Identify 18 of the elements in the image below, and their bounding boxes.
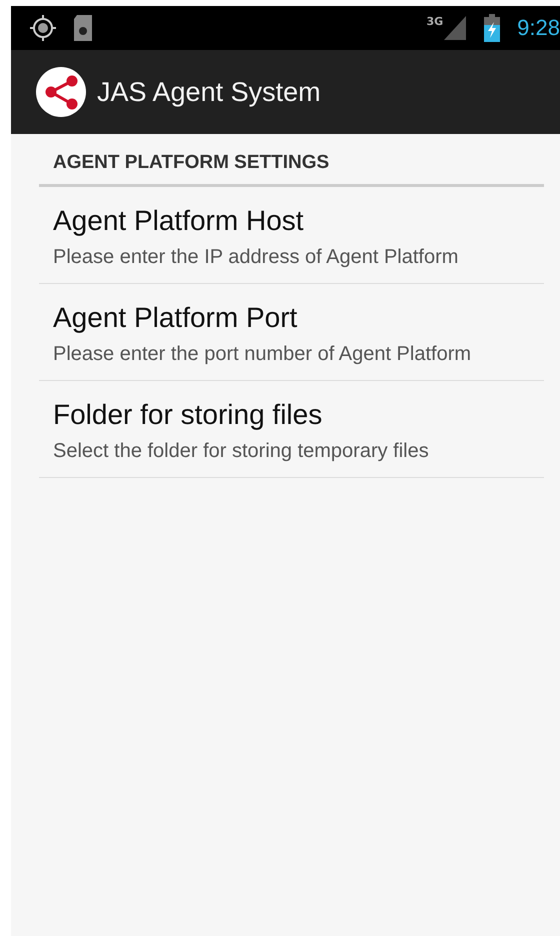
preference-item[interactable]: Agent Platform Port Please enter the port number of Agent Platform: [39, 284, 544, 381]
preference-title: Folder for storing files: [53, 399, 324, 431]
category-title: AGENT PLATFORM SETTINGS: [52, 151, 330, 175]
battery-icon: [483, 14, 502, 42]
share-icon[interactable]: [35, 66, 87, 118]
preference-summary: Select the folder for storing temporary files: [53, 439, 430, 464]
status-time: 9:28: [517, 15, 560, 41]
preference-summary: Please enter the IP address of Agent Platform: [53, 245, 460, 270]
preference-title: Agent Platform Host: [53, 205, 305, 237]
preference-item[interactable]: Agent Platform Host Please enter the IP address of Agent Platform: [39, 187, 544, 284]
app-title: JAS Agent System: [97, 76, 321, 108]
preference-item[interactable]: Folder for storing files Select the folder for storing temporary files: [39, 381, 544, 478]
location-icon: [29, 14, 57, 42]
preference-summary: Please enter the port number of Agent Platform: [53, 342, 472, 367]
network-type: 3G: [426, 15, 444, 28]
signal-icon: [443, 14, 468, 42]
preference-title: Agent Platform Port: [53, 302, 298, 334]
sd-card-icon: [73, 14, 93, 42]
